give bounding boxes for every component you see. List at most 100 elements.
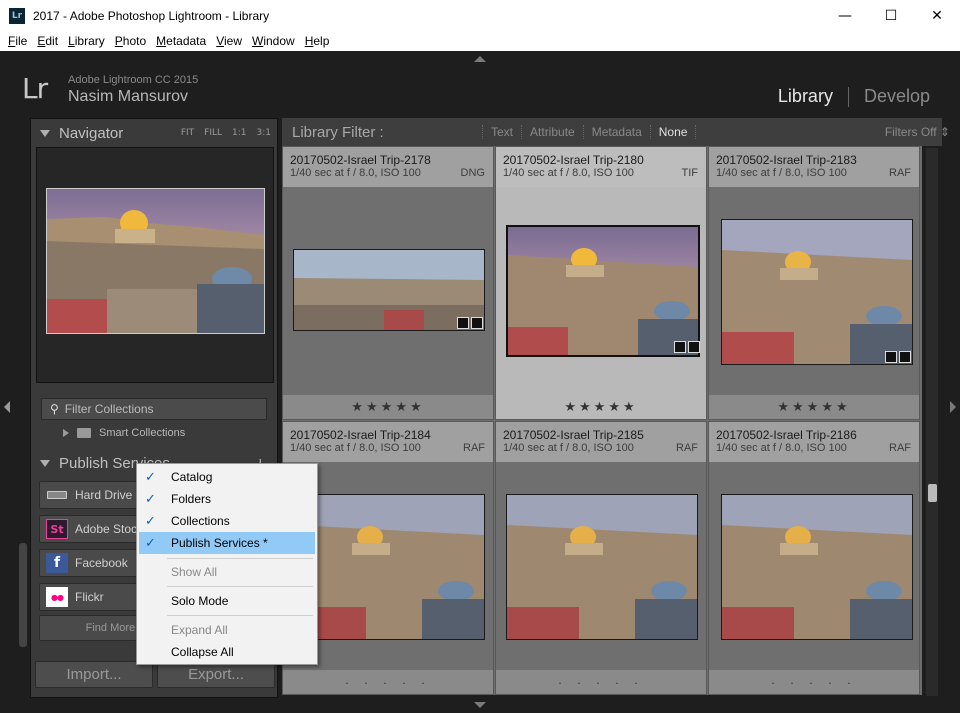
star-rating-empty[interactable]: · · · · · (709, 677, 919, 690)
product-name: Adobe Lightroom CC 2015 (68, 74, 199, 86)
facebook-icon: f (46, 553, 68, 573)
photo-exif: 1/40 sec at f / 8.0, ISO 100 (290, 442, 421, 454)
menu-item-publish-services[interactable]: ✓ Publish Services * (139, 532, 315, 554)
filter-text[interactable]: Text (482, 125, 521, 139)
star-rating-empty[interactable]: · · · · · (496, 677, 706, 690)
grid-cell-selected[interactable]: 20170502-Israel Trip-2180 1/40 sec at f … (495, 146, 707, 420)
dome-thumbnail (722, 495, 912, 639)
identity-plate: Lr Adobe Lightroom CC 2015 Nasim Mansuro… (0, 62, 960, 112)
collapse-triangle-icon[interactable] (40, 129, 50, 137)
photo-thumbnail[interactable] (721, 219, 913, 365)
menu-window[interactable]: Window (248, 34, 299, 48)
export-button[interactable]: Export... (157, 661, 275, 688)
service-label: Flickr (75, 590, 104, 604)
grid-scrollbar-thumb[interactable] (928, 484, 937, 502)
photo-thumbnail[interactable] (506, 225, 700, 357)
grid-scrollbar[interactable] (926, 148, 938, 696)
photo-format: TIF (681, 167, 699, 179)
menu-item-solo-mode[interactable]: Solo Mode (139, 590, 315, 612)
import-button[interactable]: Import... (35, 661, 153, 688)
lr-logo: Lr (22, 72, 48, 105)
star-rating-empty[interactable]: · · · · · (283, 677, 493, 690)
zoom-1-1[interactable]: 1:1 (232, 128, 246, 138)
navigator-photo[interactable] (46, 188, 265, 334)
menu-library[interactable]: Library (64, 34, 109, 48)
checkmark-icon: ✓ (145, 535, 156, 551)
library-filter-title: Library Filter : (292, 123, 384, 141)
dome-thumbnail (294, 495, 484, 639)
photo-filename: 20170502-Israel Trip-2178 (290, 153, 431, 167)
menu-item-folders[interactable]: ✓ Folders (139, 488, 315, 510)
crop-badge-icon (674, 341, 686, 353)
menu-help[interactable]: Help (301, 34, 334, 48)
filmstrip-toggle-icon[interactable] (474, 702, 486, 708)
grid-cell[interactable]: 20170502-Israel Trip-2186 1/40 sec at f … (708, 421, 920, 695)
expand-triangle-icon[interactable] (63, 429, 69, 437)
module-develop[interactable]: Develop (864, 86, 930, 107)
photo-filename: 20170502-Israel Trip-2186 (716, 428, 857, 442)
panel-context-menu: ✓ Catalog ✓ Folders ✓ Collections ✓ Publish … (136, 463, 318, 665)
grid-cell[interactable]: 20170502-Israel Trip-2183 1/40 sec at f … (708, 146, 920, 420)
zoom-fit[interactable]: FIT (181, 128, 194, 138)
smart-collections-row[interactable]: Smart Collections (63, 427, 185, 439)
filter-presets-dropdown[interactable]: Filters Off ⇕ (885, 125, 950, 139)
menu-item-label: Expand All (171, 623, 228, 637)
navigator-title: Navigator (59, 124, 124, 142)
star-rating[interactable]: ★★★★★ (496, 400, 706, 415)
collapse-triangle-icon[interactable] (40, 459, 50, 467)
maximize-button[interactable]: ☐ (868, 0, 914, 31)
menu-item-collections[interactable]: ✓ Collections (139, 510, 315, 532)
dome-thumbnail (508, 227, 698, 355)
star-rating[interactable]: ★★★★★ (709, 400, 919, 415)
smart-collections-label: Smart Collections (99, 427, 186, 439)
menu-file[interactable]: File (4, 34, 31, 48)
menu-photo[interactable]: Photo (111, 34, 150, 48)
flickr-icon: ●● (46, 587, 68, 607)
develop-badge-icon (899, 351, 911, 363)
thumbnail-badges (885, 351, 913, 363)
minimize-button[interactable]: — (822, 0, 868, 31)
filter-collections-field[interactable]: ⚲ Filter Collections (41, 398, 267, 420)
photo-thumbnail[interactable] (293, 494, 485, 640)
checkmark-icon: ✓ (145, 513, 156, 529)
filter-none[interactable]: None (649, 125, 697, 139)
thumbnail-badges (457, 317, 485, 329)
dome-thumbnail (507, 495, 697, 639)
photo-thumbnail[interactable] (506, 494, 698, 640)
lightroom-app-icon: Lr (9, 7, 25, 24)
window-controls: — ☐ ✕ (822, 0, 960, 31)
hard-drive-icon (46, 485, 68, 505)
menu-item-catalog[interactable]: ✓ Catalog (139, 466, 315, 488)
search-icon: ⚲ (50, 402, 59, 416)
photo-exif: 1/40 sec at f / 8.0, ISO 100 (716, 442, 847, 454)
grid-cell[interactable]: 20170502-Israel Trip-2185 1/40 sec at f … (495, 421, 707, 695)
menu-edit[interactable]: Edit (33, 34, 62, 48)
menu-item-expand-all: Expand All (139, 619, 315, 641)
menu-separator (167, 586, 313, 587)
photo-format: RAF (463, 442, 485, 454)
right-panel-toggle-icon[interactable] (950, 401, 956, 413)
collection-set-icon (77, 428, 91, 438)
module-library[interactable]: Library (778, 86, 833, 107)
close-button[interactable]: ✕ (914, 0, 960, 31)
left-panel-toggle-icon[interactable] (4, 401, 10, 413)
zoom-3-1[interactable]: 3:1 (257, 128, 271, 138)
menu-metadata[interactable]: Metadata (152, 34, 210, 48)
left-panel-scrollbar[interactable] (19, 543, 27, 647)
filter-attribute[interactable]: Attribute (521, 125, 583, 139)
window-title: 2017 - Adobe Photoshop Lightroom - Libra… (33, 8, 270, 23)
menu-view[interactable]: View (212, 34, 246, 48)
photo-thumbnail[interactable] (721, 494, 913, 640)
zoom-fill[interactable]: FILL (204, 128, 222, 138)
filter-metadata[interactable]: Metadata (582, 125, 650, 139)
navigator-header[interactable]: Navigator FIT FILL 1:1 3:1 (31, 121, 277, 145)
menu-item-show-all: Show All (139, 561, 315, 583)
grid-cell[interactable]: 20170502-Israel Trip-2178 1/40 sec at f … (282, 146, 494, 420)
photo-format: RAF (889, 442, 911, 454)
star-rating[interactable]: ★★★★★ (283, 400, 493, 415)
photo-format: RAF (676, 442, 698, 454)
menu-item-label: Folders (171, 492, 212, 506)
navigator-preview[interactable] (36, 147, 274, 383)
photo-filename: 20170502-Israel Trip-2183 (716, 153, 857, 167)
menu-item-collapse-all[interactable]: Collapse All (139, 641, 315, 663)
